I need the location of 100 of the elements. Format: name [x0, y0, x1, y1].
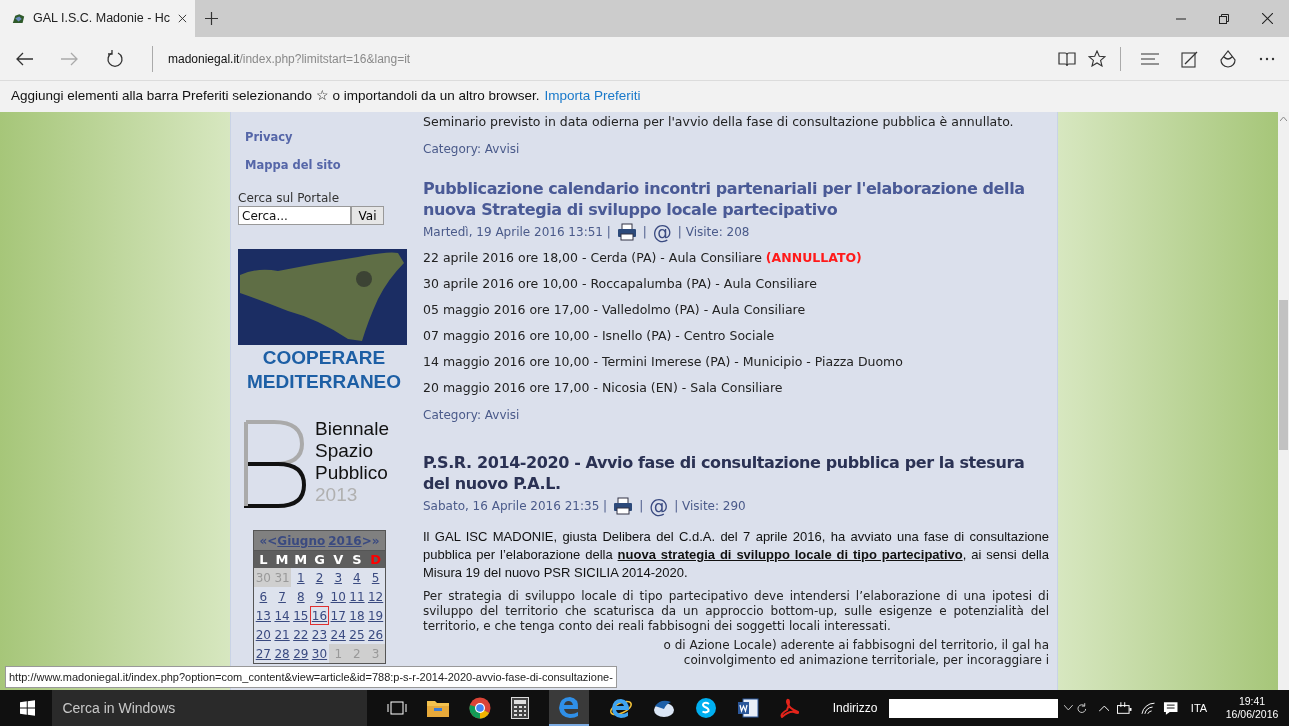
- folder-icon[interactable]: [426, 699, 449, 717]
- cancelled-note: (ANNULLATO): [765, 250, 862, 266]
- article-meta-text: | Visite: 208: [677, 224, 750, 241]
- calendar-day[interactable]: 30: [310, 644, 329, 663]
- calendar-day[interactable]: 26: [366, 625, 385, 644]
- battery-plug-icon[interactable]: [1117, 702, 1133, 714]
- import-favorites-link[interactable]: Importa Preferiti: [544, 86, 641, 107]
- calendar-day[interactable]: 25: [347, 625, 367, 644]
- refresh-icon[interactable]: [106, 49, 124, 68]
- calculator-icon[interactable]: [510, 697, 529, 719]
- calendar-day[interactable]: 20: [254, 625, 273, 644]
- hub-icon[interactable]: [1141, 51, 1159, 66]
- email-link[interactable]: @: [652, 222, 672, 242]
- calendar-day[interactable]: 1: [291, 568, 311, 587]
- search-field[interactable]: Cerca...: [238, 206, 351, 225]
- refresh-icon[interactable]: [1077, 703, 1087, 713]
- word-document-icon[interactable]: [736, 698, 759, 718]
- pdf-reader-icon[interactable]: [778, 698, 799, 718]
- weekday-label: V: [333, 552, 344, 567]
- article-title-link[interactable]: P.S.R. 2014-2020 - Avvio fase di consultazione pubblica per la stesura del nuovo P.A.L.: [423, 452, 1049, 494]
- calendar-day[interactable]: 27: [254, 644, 273, 663]
- mail-bird-icon[interactable]: [652, 698, 675, 718]
- calendar-day[interactable]: 15: [291, 606, 311, 625]
- calendar-day[interactable]: 16: [310, 606, 329, 625]
- edge-e-icon[interactable]: [557, 696, 580, 718]
- new-tab-icon[interactable]: [205, 12, 218, 25]
- article-title-link[interactable]: Pubblicazione calendario incontri partenariali per l'elaborazione della nuova Strategia di sviluppo locale partecipativo: [423, 178, 1049, 220]
- close-tab-icon[interactable]: [178, 13, 187, 24]
- dropdown-caret-icon[interactable]: [1064, 705, 1074, 711]
- favorite-star-icon[interactable]: [1088, 50, 1106, 67]
- back-icon[interactable]: [16, 51, 34, 66]
- weekday-label: G: [314, 552, 325, 567]
- search-button[interactable]: Vai: [351, 206, 384, 225]
- logo-year: 2013: [315, 484, 359, 506]
- article-category: Category: Avvisi: [423, 141, 521, 157]
- share-icon[interactable]: [1219, 49, 1237, 68]
- address-bar[interactable]: madoniegal.it/index.php?limitstart=16&lang=it: [168, 49, 411, 68]
- calendar-day[interactable]: 12: [366, 587, 385, 606]
- email-link[interactable]: @: [649, 496, 669, 516]
- calendar-day[interactable]: 24: [328, 625, 348, 644]
- weekday-label: M: [294, 552, 308, 567]
- calendar-day[interactable]: 6: [254, 587, 273, 606]
- meeting-text: 05 maggio 2016 ore 17,00 - Valledolmo (PA) - Aula Consiliare: [423, 302, 806, 318]
- meeting-text: 07 maggio 2016 ore 10,00 - Isnello (PA) - Centro Sociale: [423, 328, 775, 344]
- input-language-indicator[interactable]: ITA: [1190, 699, 1208, 717]
- ie-e-icon[interactable]: [608, 697, 633, 719]
- article-link[interactable]: nuova strategia di sviluppo locale di tipo partecipativo: [617, 547, 963, 562]
- scrollbar-thumb[interactable]: [1279, 300, 1288, 450]
- weekday-label: S: [352, 552, 362, 567]
- calendar-day[interactable]: 29: [291, 644, 311, 663]
- calendar-day[interactable]: 18: [347, 606, 367, 625]
- reading-view-icon[interactable]: [1058, 50, 1076, 67]
- browser-circle-icon[interactable]: [468, 697, 491, 719]
- calendar-day[interactable]: 3: [328, 568, 348, 587]
- wifi-icon[interactable]: [1140, 701, 1156, 715]
- calendar-day[interactable]: 14: [272, 606, 292, 625]
- windows-start-icon[interactable]: [20, 700, 36, 716]
- article-paragraph: Il GAL ISC MADONIE, giusta Delibera del C.d.A. del 7 aprile 2016, ha avviato una fase di consultazione pubblica per l’elaborazione della nuova strategia di sviluppo locale di tipo partecipativo, ai sensi della Misura 19 del nuovo PSR SICILIA 2014-2020.: [423, 528, 1049, 582]
- meeting-text: 14 maggio 2016 ore 10,00 - Termini Imerese (PA) - Municipio - Piazza Duomo: [423, 354, 903, 370]
- printer-icon[interactable]: [613, 497, 634, 515]
- calendar-day[interactable]: 11: [347, 587, 367, 606]
- scrollbar[interactable]: [1278, 112, 1289, 690]
- site-favicon-icon: [12, 11, 25, 26]
- logo-text: Spazio: [315, 440, 375, 462]
- calendar-day[interactable]: 8: [291, 587, 311, 606]
- more-icon[interactable]: [1259, 56, 1275, 61]
- banner-title: COOPERARE MEDITERRANEO: [245, 346, 403, 394]
- weekday-label: L: [259, 552, 268, 567]
- browser-tab[interactable]: GAL I.S.C. Madonie - Hc: [0, 0, 195, 37]
- address-toolbar-field[interactable]: [889, 698, 1059, 718]
- calendar-day[interactable]: 17: [328, 606, 348, 625]
- calendar-day[interactable]: 9: [310, 587, 329, 606]
- calendar-day[interactable]: 7: [272, 587, 292, 606]
- taskbar-search[interactable]: Cerca in Windows: [52, 690, 367, 726]
- pen-note-icon[interactable]: [1181, 49, 1199, 68]
- calendar-day[interactable]: 19: [366, 606, 385, 625]
- calendar-day[interactable]: 28: [272, 644, 292, 663]
- skype-icon[interactable]: [694, 697, 717, 719]
- address-toolbar-label: Indirizzo: [832, 700, 878, 717]
- chevron-up-icon[interactable]: [1098, 704, 1110, 712]
- calendar-day[interactable]: 22: [291, 625, 311, 644]
- calendar-day[interactable]: 23: [310, 625, 329, 644]
- taskbar-clock[interactable]: 19:41 16/06/2016: [1221, 695, 1283, 721]
- sidebar-link[interactable]: Mappa del sito: [245, 157, 341, 173]
- task-view-icon[interactable]: [386, 700, 407, 716]
- calendar-day[interactable]: 2: [310, 568, 329, 587]
- notification-icon[interactable]: [1163, 700, 1179, 716]
- logo-text: Pubblico: [315, 462, 389, 484]
- article-meta-text: Sabato, 16 Aprile 2016 21:35 |: [423, 498, 608, 515]
- logo-text: Biennale: [315, 418, 389, 440]
- restore-icon[interactable]: [1219, 13, 1229, 24]
- printer-icon[interactable]: [616, 223, 637, 241]
- close-icon[interactable]: [1262, 13, 1273, 24]
- calendar-day[interactable]: 21: [272, 625, 292, 644]
- calendar-day[interactable]: 13: [254, 606, 273, 625]
- calendar-day[interactable]: 10: [328, 587, 348, 606]
- sidebar-link[interactable]: Privacy: [245, 129, 293, 145]
- calendar-day[interactable]: 4: [347, 568, 367, 587]
- article-text: Seminario previsto in data odierna per l'avvio della fase di consultazione pubblica è annullato.: [423, 113, 1015, 130]
- calendar-day[interactable]: 5: [366, 568, 385, 587]
